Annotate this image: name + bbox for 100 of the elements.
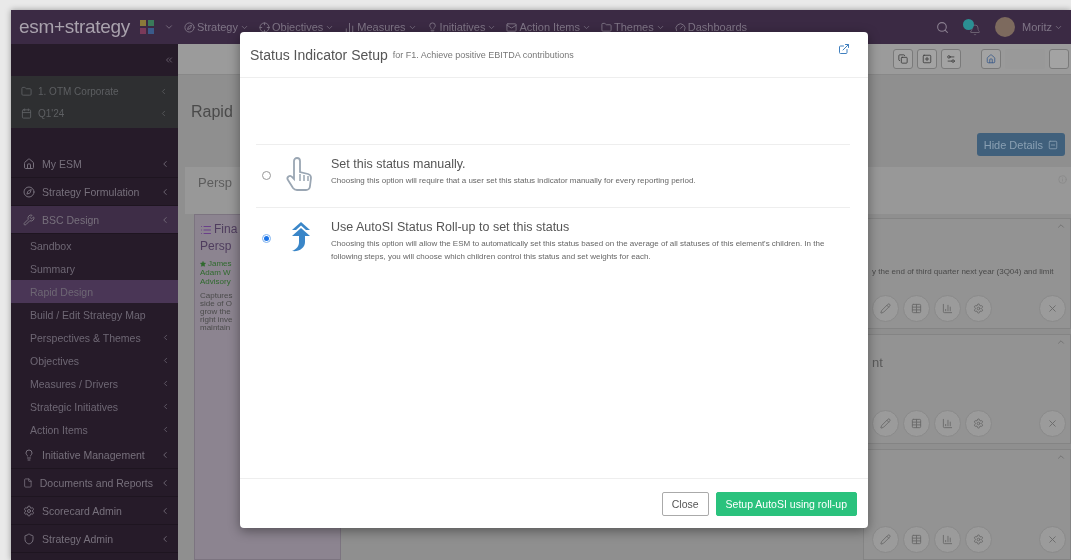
sidebar-label[interactable]: Sandbox: [30, 239, 72, 252]
radio-button[interactable]: [262, 234, 271, 243]
sidebar-subitem[interactable]: Action Items: [11, 418, 178, 441]
card-description: Captures: [200, 292, 234, 300]
compass-icon: [184, 21, 195, 33]
pencil-icon: [880, 534, 891, 545]
close-button[interactable]: [1039, 294, 1066, 322]
user-name[interactable]: Moritz: [1022, 21, 1052, 33]
lightbulb-icon: [23, 448, 35, 461]
nav-label[interactable]: Objectives: [271, 21, 324, 33]
calendar-icon: [21, 107, 32, 119]
sidebar-label[interactable]: Strategic Initiatives: [30, 400, 119, 413]
hide-details-button[interactable]: Hide Details: [976, 133, 1065, 156]
chart-button[interactable]: [934, 526, 961, 553]
sidebar-subitem[interactable]: Summary: [11, 257, 178, 280]
setup-button[interactable]: Setup AutoSI using roll-up: [715, 491, 857, 516]
sidebar-item[interactable]: BSC Design: [11, 206, 178, 234]
nav-menu-item[interactable]: Objectives: [258, 21, 335, 33]
sidebar-label[interactable]: Build / Edit Strategy Map: [30, 308, 146, 321]
table-button[interactable]: [903, 526, 930, 553]
caret-icon[interactable]: [164, 22, 174, 32]
list-icon: [200, 223, 212, 236]
search-icon[interactable]: [936, 20, 949, 34]
chevron-icon: [160, 449, 170, 460]
nav-label[interactable]: Dashboards: [687, 21, 748, 33]
table-button[interactable]: [903, 294, 930, 322]
toolbar-button[interactable]: [1049, 49, 1069, 69]
nav-menu-item[interactable]: Dashboards: [674, 21, 748, 33]
sidebar-label[interactable]: Documents and Reports: [39, 476, 153, 489]
chevron-icon: [161, 425, 170, 434]
sidebar-label[interactable]: Objectives: [30, 354, 80, 367]
sidebar-label[interactable]: Strategy Formulation: [42, 185, 140, 198]
sidebar-label[interactable]: BSC Design: [42, 213, 100, 226]
settings-button[interactable]: [965, 526, 992, 553]
sidebar-label[interactable]: Summary: [30, 262, 75, 275]
plus-icon: [922, 54, 932, 64]
table-icon: [911, 302, 922, 314]
nav-label[interactable]: Measures: [357, 21, 406, 33]
nav-label[interactable]: Initiatives: [439, 21, 486, 33]
chevron-icon: [161, 379, 170, 388]
sidebar-label[interactable]: My ESM: [42, 157, 82, 170]
dialog-title: Status Indicator Setup: [250, 46, 388, 63]
nav-label[interactable]: Action Items: [519, 21, 580, 33]
collapse-icon[interactable]: [1056, 221, 1066, 231]
table-button[interactable]: [903, 410, 930, 438]
sidebar-subitem[interactable]: Strategic Initiatives: [11, 395, 178, 418]
nav-menu-item[interactable]: Strategy: [184, 21, 249, 33]
chevron-icon: [160, 505, 170, 516]
chevron-icon: [160, 158, 170, 169]
sidebar-subitem[interactable]: Objectives: [11, 349, 178, 372]
gauge-icon: [674, 21, 686, 33]
settings-button[interactable]: [965, 410, 992, 438]
sidebar-subitem[interactable]: Measures / Drivers: [11, 372, 178, 395]
table-icon: [911, 418, 922, 430]
sidebar-subitem[interactable]: Perspectives & Themes: [11, 326, 178, 349]
sidebar-label[interactable]: Measures / Drivers: [30, 377, 119, 390]
edit-button[interactable]: [872, 526, 899, 553]
sidebar-label[interactable]: Initiative Management: [42, 448, 145, 461]
option-title: Set this status manually.: [331, 157, 467, 171]
chevron-icon[interactable]: [159, 108, 168, 118]
add-button[interactable]: [917, 49, 937, 69]
bar-chart-icon: [942, 302, 953, 314]
collapse-square-icon: [1048, 139, 1058, 150]
bar-chart-icon: [942, 534, 953, 545]
owner-name: James: [208, 259, 232, 268]
nav-menu-item[interactable]: Action Items: [506, 21, 591, 33]
copy-button[interactable]: [893, 49, 913, 69]
sidebar-label[interactable]: Strategy Admin: [42, 532, 114, 545]
nav-label[interactable]: Themes: [614, 21, 654, 33]
chart-button[interactable]: [934, 294, 961, 322]
close-icon: [1047, 302, 1058, 314]
avatar[interactable]: [995, 17, 1015, 37]
chevron-icon[interactable]: [159, 86, 168, 96]
collapse-icon[interactable]: [164, 55, 174, 65]
close-button[interactable]: [1039, 526, 1066, 553]
chevron-icon: [160, 214, 170, 225]
sidebar-subitem[interactable]: Sandbox: [11, 234, 178, 257]
close-button[interactable]: Close: [661, 491, 709, 516]
sidebar-label[interactable]: Scorecard Admin: [42, 504, 122, 517]
nav-menu-item[interactable]: Themes: [601, 21, 665, 33]
app-logo: esm+strategy: [19, 16, 130, 38]
color-grid-icon[interactable]: [140, 20, 154, 34]
perspective-label: Persp: [198, 175, 232, 192]
chevron-icon: [161, 356, 170, 365]
sidebar-label[interactable]: Action Items: [30, 423, 88, 436]
sidebar-subitem[interactable]: Build / Edit Strategy Map: [11, 303, 178, 326]
nav-label[interactable]: Strategy: [197, 21, 238, 33]
settings-button[interactable]: [965, 294, 992, 322]
bar-chart-icon: [942, 418, 953, 430]
external-link-icon[interactable]: [838, 42, 850, 55]
settings-button[interactable]: [941, 49, 961, 69]
edit-button[interactable]: [872, 410, 899, 438]
notification-bell-icon[interactable]: [963, 18, 981, 36]
chart-button[interactable]: [934, 410, 961, 438]
nav-menu-item[interactable]: Measures: [344, 21, 417, 33]
nav-menu-item[interactable]: Initiatives: [426, 21, 497, 33]
close-button[interactable]: [1039, 410, 1066, 438]
edit-button[interactable]: [872, 294, 899, 322]
sidebar-label[interactable]: Perspectives & Themes: [30, 331, 141, 344]
home-button[interactable]: [981, 49, 1001, 69]
